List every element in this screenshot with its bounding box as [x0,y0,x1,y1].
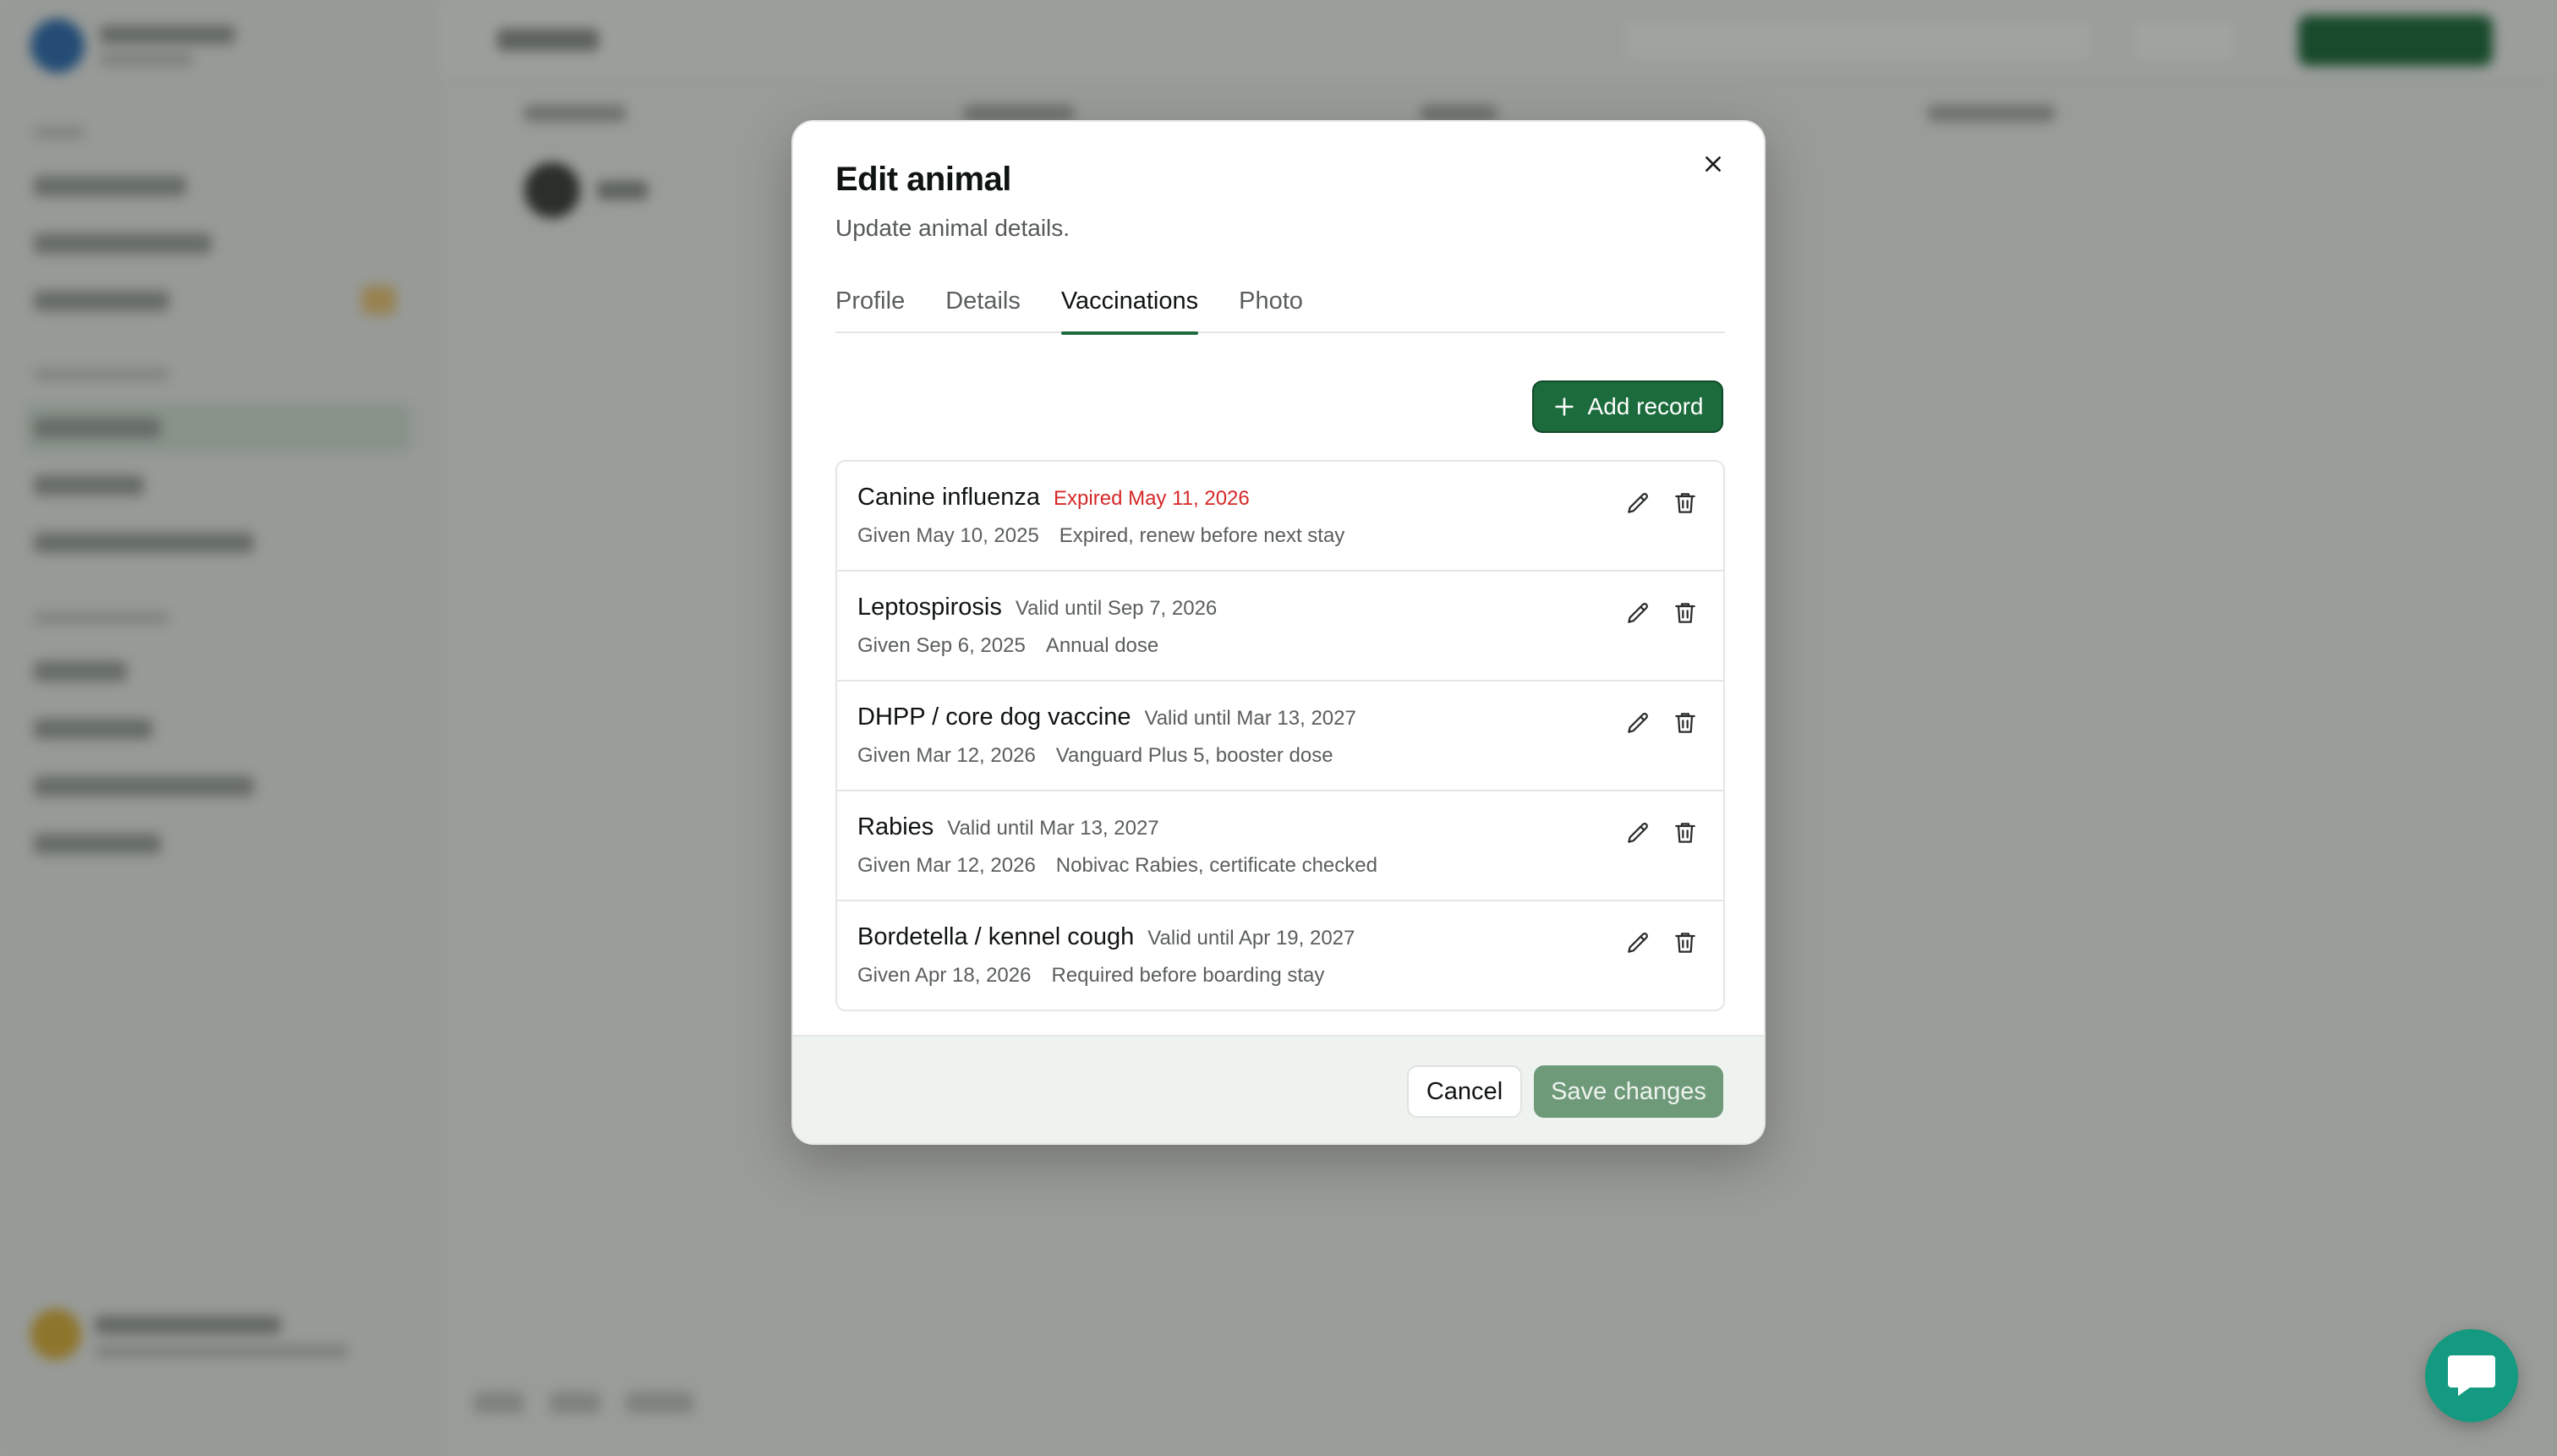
trash-icon [1675,603,1695,623]
delete-record-button[interactable] [1671,818,1700,847]
dialog-footer: Cancel Save changes [793,1035,1764,1143]
close-icon [1706,156,1721,172]
trash-icon [1675,823,1695,843]
add-record-button[interactable]: Add record [1532,380,1723,433]
edit-record-button[interactable] [1623,489,1652,517]
tab-details[interactable]: Details [945,287,1021,333]
vaccine-name: Canine influenza [857,484,1041,511]
close-button[interactable] [1695,145,1732,183]
vaccine-name: Leptospirosis [857,594,1002,621]
trash-icon [1675,493,1695,513]
vaccine-note: Vanguard Plus 5, booster dose [1055,744,1333,767]
pencil-icon [1628,713,1648,733]
tab-bar: Profile Details Vaccinations Photo [835,287,1725,335]
vaccine-note: Nobivac Rabies, certificate checked [1055,854,1377,877]
delete-record-button[interactable] [1671,599,1700,627]
vaccine-status: Valid until Sep 7, 2026 [1015,597,1218,620]
vaccination-record: Leptospirosis Valid until Sep 7, 2026 Gi… [837,572,1723,681]
add-record-label: Add record [1587,393,1704,419]
vaccine-given-date: Given Apr 18, 2026 [857,964,1032,987]
vaccine-name: DHPP / core dog vaccine [857,703,1131,731]
pencil-icon [1628,603,1648,623]
trash-icon [1675,933,1695,953]
vaccine-given-date: Given May 10, 2025 [857,524,1039,547]
vaccine-status: Valid until Apr 19, 2027 [1147,927,1355,950]
tab-vaccinations[interactable]: Vaccinations [1060,287,1199,335]
vaccine-note: Required before boarding stay [1051,964,1325,987]
pencil-icon [1628,493,1648,513]
tab-profile[interactable]: Profile [835,287,905,333]
vaccine-given-date: Given Sep 6, 2025 [857,634,1026,657]
tab-photo[interactable]: Photo [1239,287,1303,333]
vaccine-status: Valid until Mar 13, 2027 [947,817,1159,840]
edit-record-button[interactable] [1623,818,1652,847]
pencil-icon [1628,933,1648,953]
trash-icon [1675,713,1695,733]
vaccination-record: DHPP / core dog vaccine Valid until Mar … [837,681,1723,791]
dialog-title: Edit animal [835,161,1011,198]
edit-record-button[interactable] [1623,599,1652,627]
pencil-icon [1628,823,1648,843]
edit-animal-dialog: Edit animal Update animal details. Profi… [791,120,1766,1145]
vaccine-note: Annual dose [1045,634,1159,657]
save-changes-button[interactable]: Save changes [1534,1065,1723,1118]
vaccine-name: Bordetella / kennel cough [857,923,1135,950]
chat-widget-button[interactable] [2425,1329,2518,1422]
vaccine-given-date: Given Mar 12, 2026 [857,854,1036,877]
delete-record-button[interactable] [1671,928,1700,957]
edit-record-button[interactable] [1623,709,1652,737]
dialog-subtitle: Update animal details. [835,215,1070,241]
vaccination-record: Bordetella / kennel cough Valid until Ap… [837,901,1723,1010]
vaccine-status: Valid until Mar 13, 2027 [1144,707,1356,730]
vaccine-status-expired: Expired May 11, 2026 [1054,487,1250,510]
vaccination-record: Canine influenza Expired May 11, 2026 Gi… [837,462,1723,572]
chat-bubble-icon [2448,1355,2495,1396]
vaccine-note: Expired, renew before next stay [1059,524,1345,547]
vaccination-list: Canine influenza Expired May 11, 2026 Gi… [835,460,1725,1011]
edit-record-button[interactable] [1623,928,1652,957]
plus-icon [1554,397,1574,416]
delete-record-button[interactable] [1671,709,1700,737]
cancel-button[interactable]: Cancel [1407,1065,1522,1118]
vaccine-given-date: Given Mar 12, 2026 [857,744,1036,767]
vaccine-name: Rabies [857,813,934,840]
delete-record-button[interactable] [1671,489,1700,517]
vaccination-record: Rabies Valid until Mar 13, 2027 Given Ma… [837,791,1723,901]
